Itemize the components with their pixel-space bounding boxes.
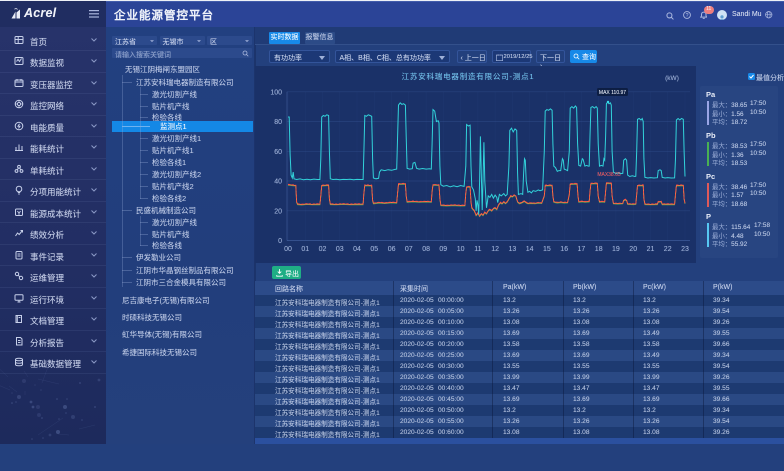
svg-text:0: 0 — [278, 238, 282, 245]
svg-text:20: 20 — [629, 246, 637, 253]
svg-text:40: 40 — [274, 179, 282, 186]
svg-text:09: 09 — [439, 246, 447, 253]
svg-text:23: 23 — [681, 246, 689, 253]
svg-text:21: 21 — [647, 246, 655, 253]
svg-text:10: 10 — [457, 246, 465, 253]
svg-text:?: ? — [685, 13, 688, 19]
svg-text:MAX38.65: MAX38.65 — [597, 172, 621, 178]
svg-text:60: 60 — [274, 149, 282, 156]
svg-text:17: 17 — [578, 246, 586, 253]
svg-text:20: 20 — [274, 208, 282, 215]
svg-text:11: 11 — [474, 246, 481, 253]
svg-text:(kW): (kW) — [665, 75, 679, 82]
svg-text:22: 22 — [664, 246, 672, 253]
svg-text:01: 01 — [301, 246, 309, 253]
svg-text:02: 02 — [319, 246, 327, 253]
svg-text:15: 15 — [543, 246, 551, 253]
svg-text:04: 04 — [353, 246, 361, 253]
svg-text:MAX 110.97: MAX 110.97 — [599, 90, 626, 96]
svg-text:06: 06 — [388, 246, 396, 253]
svg-text:00: 00 — [284, 246, 292, 253]
svg-text:05: 05 — [370, 246, 378, 253]
svg-text:03: 03 — [336, 246, 344, 253]
svg-text:07: 07 — [405, 246, 413, 253]
svg-text:18: 18 — [595, 246, 603, 253]
svg-text:13: 13 — [509, 246, 517, 253]
svg-text:12: 12 — [491, 246, 499, 253]
svg-text:100: 100 — [270, 89, 282, 96]
svg-text:08: 08 — [422, 246, 430, 253]
svg-text:14: 14 — [526, 246, 534, 253]
svg-text:19: 19 — [612, 246, 620, 253]
svg-text:江苏安科瑞电器制造有限公司-测点1: 江苏安科瑞电器制造有限公司-测点1 — [402, 71, 535, 81]
svg-text:16: 16 — [560, 246, 568, 253]
svg-text:80: 80 — [274, 119, 282, 126]
